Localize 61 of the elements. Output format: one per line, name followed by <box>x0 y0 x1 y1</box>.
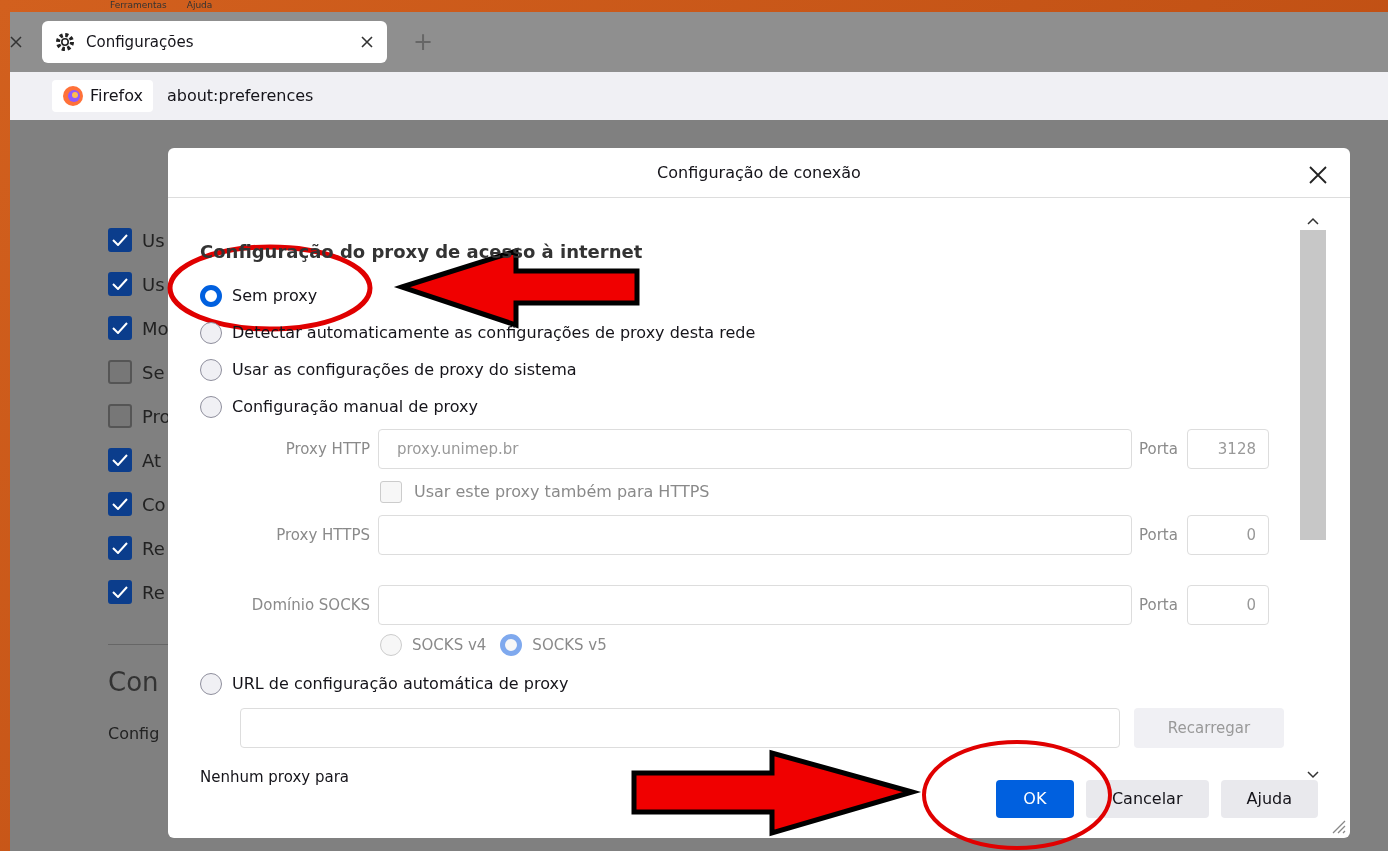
radio-label: Sem proxy <box>232 284 318 307</box>
browser-tab[interactable]: Configurações <box>42 21 387 63</box>
check-icon <box>112 234 128 246</box>
dialog-button[interactable]: Ajuda <box>1220 780 1318 818</box>
dialog-title: Configuração de conexão <box>657 161 861 184</box>
check-icon <box>112 542 128 554</box>
checkbox[interactable] <box>108 360 132 384</box>
checkbox-label: Mo <box>142 316 169 341</box>
dialog-button[interactable]: Cancelar <box>1085 780 1209 818</box>
radio-button[interactable] <box>200 358 222 381</box>
field-label: Proxy HTTP <box>284 438 371 460</box>
checkbox-label: Us <box>142 228 165 253</box>
checkbox-label: At <box>142 448 162 473</box>
check-icon <box>112 454 128 466</box>
checkbox-label: Se <box>142 360 165 385</box>
close-icon[interactable] <box>359 34 375 50</box>
check-icon <box>112 278 128 290</box>
radio-label: Usar as configurações de proxy do sistema <box>232 358 577 381</box>
field-label: Proxy HTTPS <box>275 524 371 546</box>
checkbox[interactable] <box>108 492 132 516</box>
radio-label: Configuração manual de proxy <box>232 395 479 418</box>
scroll-down-icon[interactable] <box>1306 770 1320 780</box>
checkbox[interactable] <box>108 448 132 472</box>
checkbox-label: Re <box>142 536 165 561</box>
checkbox[interactable] <box>108 580 132 604</box>
ok-button[interactable]: OK <box>995 780 1074 818</box>
checkbox-label: Us <box>142 272 165 297</box>
checkbox[interactable] <box>108 228 132 252</box>
url-text[interactable]: about:preferences <box>166 84 314 108</box>
section-text: Config <box>108 723 160 745</box>
identity-button[interactable]: Firefox <box>52 80 153 112</box>
checkbox-label: Re <box>142 580 165 605</box>
radio-label: SOCKS v5 <box>532 634 607 656</box>
field-label: Porta <box>1138 438 1179 460</box>
radio-button[interactable] <box>200 321 222 344</box>
field-label: Porta <box>1138 594 1179 616</box>
field-label: Domínio SOCKS <box>250 594 371 616</box>
field-label: Nenhum proxy para <box>200 767 351 788</box>
menu-item[interactable]: Ajuda <box>186 0 213 12</box>
check-icon <box>112 586 128 598</box>
browser-logo-icon <box>62 85 84 107</box>
scroll-up-icon[interactable] <box>1306 216 1320 226</box>
checkbox-label: Co <box>142 492 166 517</box>
gear-icon <box>54 31 76 53</box>
checkbox[interactable] <box>108 404 132 428</box>
checkbox[interactable] <box>108 272 132 296</box>
radio-button[interactable] <box>200 284 222 307</box>
radio-label: SOCKS v4 <box>412 634 487 656</box>
section-title: Con <box>108 666 159 699</box>
scrollbar-thumb[interactable] <box>1300 230 1326 540</box>
check-icon <box>112 322 128 334</box>
checkbox[interactable] <box>108 316 132 340</box>
check-icon <box>112 498 128 510</box>
new-tab-button[interactable]: + <box>407 24 440 60</box>
field-label: Porta <box>1138 524 1179 546</box>
checkbox[interactable] <box>108 536 132 560</box>
menu-item[interactable]: Ferramentas <box>110 0 167 12</box>
radio-button[interactable] <box>200 395 222 418</box>
radio-button[interactable] <box>200 672 222 695</box>
checkbox-label: Usar este proxy também para HTTPS <box>414 481 710 503</box>
radio-label: URL de configuração automática de proxy <box>232 672 569 695</box>
